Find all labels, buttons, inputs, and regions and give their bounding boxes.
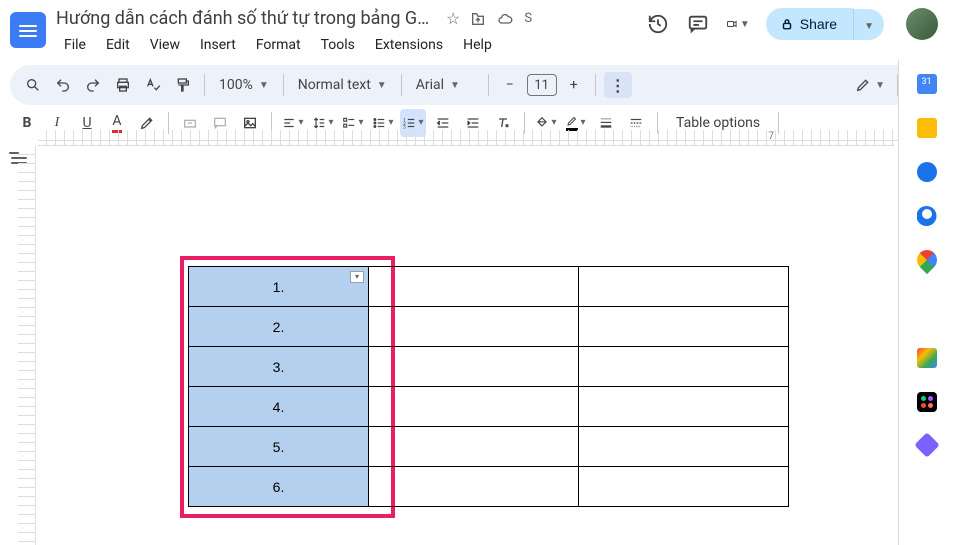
menu-bar: File Edit View Insert Format Tools Exten…	[56, 33, 636, 57]
side-panel	[898, 60, 954, 545]
redo-icon[interactable]	[80, 71, 106, 99]
cloud-status-icon[interactable]	[496, 11, 514, 27]
meet-icon[interactable]: ▼	[726, 12, 750, 36]
table-row[interactable]: 3.	[189, 347, 789, 387]
move-icon[interactable]	[470, 11, 486, 27]
table-row[interactable]: 5.	[189, 427, 789, 467]
calendar-app-icon[interactable]	[917, 74, 937, 94]
table-row[interactable]: 6.	[189, 467, 789, 507]
spellcheck-icon[interactable]	[140, 71, 166, 99]
save-status-text: S	[524, 11, 532, 26]
font-size-increase[interactable]: +	[561, 71, 587, 99]
font-select[interactable]: Arial▼	[410, 77, 480, 93]
editing-mode-icon[interactable]: ▼	[851, 71, 889, 99]
tasks-app-icon[interactable]	[917, 162, 937, 182]
table-cell-value: 2.	[273, 319, 285, 335]
table-cell-value: 6.	[273, 479, 285, 495]
font-size-input[interactable]: 11	[527, 74, 557, 96]
ruler-mark: 7	[768, 131, 774, 142]
table-row[interactable]: 1. ▾	[189, 267, 789, 307]
addon-icon-1[interactable]	[917, 348, 937, 368]
table-cell-value: 1.	[273, 279, 285, 295]
menu-extensions[interactable]: Extensions	[367, 33, 451, 57]
table-row[interactable]: 4.	[189, 387, 789, 427]
table-cell-value: 5.	[273, 439, 285, 455]
menu-view[interactable]: View	[142, 33, 188, 57]
cell-dropdown-icon[interactable]: ▾	[350, 271, 364, 283]
table-cell-value: 4.	[273, 399, 285, 415]
document-title[interactable]: Hướng dẫn cách đánh số thứ tự trong bảng…	[56, 8, 436, 29]
table-options-button[interactable]: Table options	[666, 115, 770, 131]
share-dropdown-button[interactable]: ▼	[853, 9, 884, 40]
menu-tools[interactable]: Tools	[313, 33, 363, 57]
paragraph-style-select[interactable]: Normal text▼	[292, 77, 393, 93]
more-toolbar-icon[interactable]: ⋮	[604, 72, 632, 98]
contacts-app-icon[interactable]	[917, 206, 937, 226]
table-cell-value: 3.	[273, 359, 285, 375]
table-row[interactable]: 2.	[189, 307, 789, 347]
share-button[interactable]: Share	[766, 8, 853, 40]
primary-toolbar: 100%▼ Normal text▼ Arial▼ − 11 + ⋮ ▼	[10, 65, 944, 105]
menu-edit[interactable]: Edit	[98, 33, 138, 57]
menu-insert[interactable]: Insert	[192, 33, 244, 57]
account-avatar[interactable]	[906, 8, 938, 40]
menu-file[interactable]: File	[56, 33, 94, 57]
addon-icon-2[interactable]	[917, 392, 937, 412]
share-button-label: Share	[800, 16, 837, 32]
zoom-select[interactable]: 100%▼	[213, 77, 275, 93]
font-size-decrease[interactable]: −	[497, 71, 523, 99]
comments-icon[interactable]	[686, 12, 710, 36]
docs-logo-icon[interactable]	[10, 12, 46, 48]
keep-app-icon[interactable]	[917, 118, 937, 138]
menu-help[interactable]: Help	[455, 33, 500, 57]
search-icon[interactable]	[20, 71, 46, 99]
history-icon[interactable]	[646, 12, 670, 36]
print-icon[interactable]	[110, 71, 136, 99]
undo-icon[interactable]	[50, 71, 76, 99]
maps-app-icon[interactable]	[912, 246, 940, 274]
addon-icon-3[interactable]	[914, 432, 939, 457]
document-table[interactable]: 1. ▾ 2. 3. 4. 5. 6.	[188, 266, 789, 507]
vertical-ruler[interactable]	[18, 146, 36, 545]
star-icon[interactable]: ☆	[446, 9, 460, 28]
svg-text:3: 3	[404, 124, 407, 130]
horizontal-ruler[interactable]: 7	[38, 130, 894, 146]
paint-format-icon[interactable]	[170, 71, 196, 99]
menu-format[interactable]: Format	[248, 33, 309, 57]
